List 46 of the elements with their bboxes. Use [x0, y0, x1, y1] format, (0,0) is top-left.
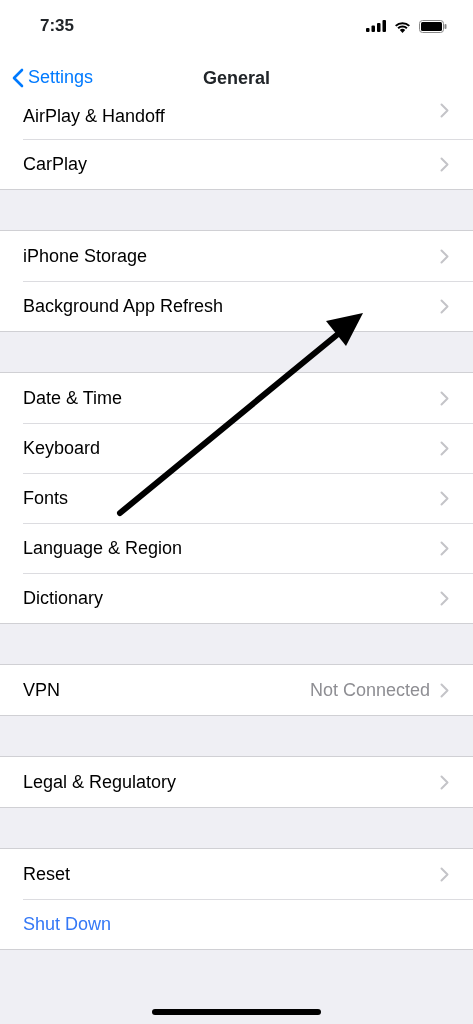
chevron-icon — [440, 490, 449, 506]
chevron-icon — [440, 540, 449, 556]
wifi-icon — [394, 19, 411, 33]
chevron-icon — [440, 682, 449, 698]
settings-row[interactable]: Shut Down — [0, 899, 473, 949]
settings-row[interactable]: Legal & Regulatory — [0, 757, 473, 807]
settings-row[interactable]: Keyboard — [0, 423, 473, 473]
chevron-icon — [440, 156, 449, 172]
chevron-icon — [440, 866, 449, 882]
chevron-icon — [440, 390, 449, 406]
settings-row[interactable]: CarPlay — [0, 139, 473, 189]
back-chevron-icon — [12, 67, 24, 88]
row-value: Not Connected — [309, 678, 430, 702]
clock-time: 7:35 — [40, 15, 75, 38]
row-label: VPN — [23, 678, 60, 702]
row-label: Dictionary — [23, 586, 104, 610]
chevron-icon — [440, 440, 449, 456]
settings-row[interactable]: Background App Refresh — [0, 281, 473, 331]
settings-row[interactable]: VPN Not Connected — [0, 665, 473, 715]
row-label: Fonts — [23, 486, 69, 510]
chevron-icon — [440, 248, 449, 264]
row-label: CarPlay — [23, 152, 88, 176]
chevron-icon — [440, 774, 449, 790]
row-label: Keyboard — [23, 436, 101, 460]
settings-row[interactable]: Language & Region — [0, 523, 473, 573]
signal-icon — [366, 20, 386, 32]
row-label: iPhone Storage — [23, 244, 148, 268]
settings-row[interactable]: Dictionary — [0, 573, 473, 623]
settings-row[interactable]: Reset — [0, 849, 473, 899]
settings-row[interactable]: Date & Time — [0, 373, 473, 423]
chevron-icon — [440, 298, 449, 314]
shut-down-link[interactable]: Shut Down — [23, 910, 112, 938]
battery-icon — [419, 19, 447, 33]
row-label: Date & Time — [23, 386, 123, 410]
row-label: Legal & Regulatory — [23, 770, 177, 794]
back-button[interactable]: Settings — [12, 64, 94, 91]
chevron-icon — [440, 103, 449, 118]
page-title: General — [202, 68, 270, 88]
chevron-icon — [440, 590, 449, 606]
row-label: AirPlay & Handoff — [23, 105, 165, 128]
settings-row[interactable]: iPhone Storage — [0, 231, 473, 281]
row-label: Language & Region — [23, 536, 183, 560]
settings-row[interactable]: Fonts — [0, 473, 473, 523]
row-label: Background App Refresh — [23, 294, 224, 318]
row-label: Reset — [23, 862, 71, 886]
settings-row[interactable]: AirPlay & Handoff — [0, 100, 473, 139]
